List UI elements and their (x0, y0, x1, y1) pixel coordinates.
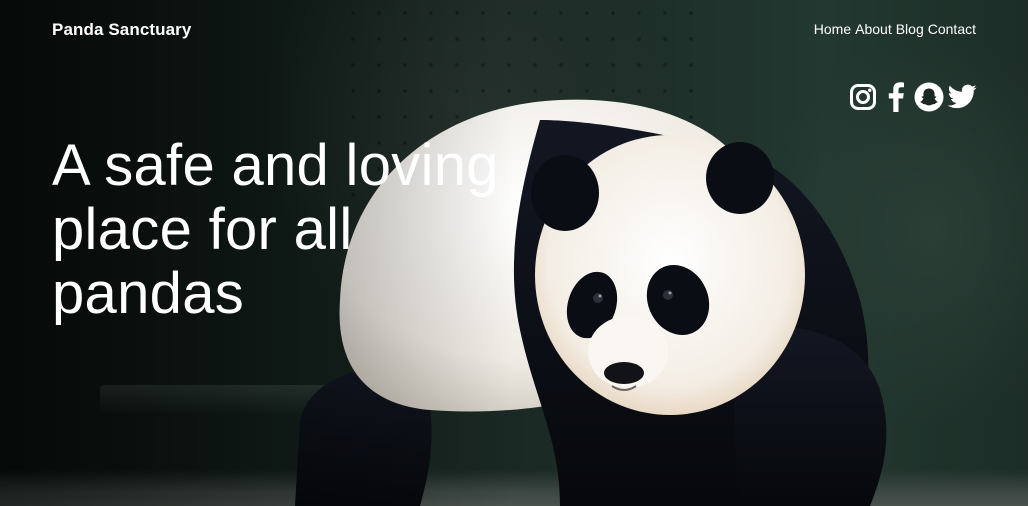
hero-headline-line-1: A safe and loving (52, 133, 499, 198)
nav-link-home[interactable]: Home (814, 21, 851, 37)
main-nav: Home About Blog Contact (814, 21, 976, 37)
hero-headline-line-3: pandas (52, 261, 245, 326)
snapchat-icon[interactable] (914, 82, 944, 112)
hero-headline-line-2: place for all (52, 197, 353, 262)
instagram-icon[interactable] (848, 82, 878, 112)
nav-link-blog[interactable]: Blog (896, 21, 924, 37)
facebook-icon[interactable] (881, 82, 911, 112)
site-logo[interactable]: Panda Sanctuary (52, 20, 191, 40)
hero-headline: A safe and loving place for all pandas (52, 134, 572, 326)
nav-link-about[interactable]: About (855, 21, 892, 37)
nav-link-contact[interactable]: Contact (928, 21, 976, 37)
social-links (848, 82, 977, 112)
twitter-icon[interactable] (947, 82, 977, 112)
